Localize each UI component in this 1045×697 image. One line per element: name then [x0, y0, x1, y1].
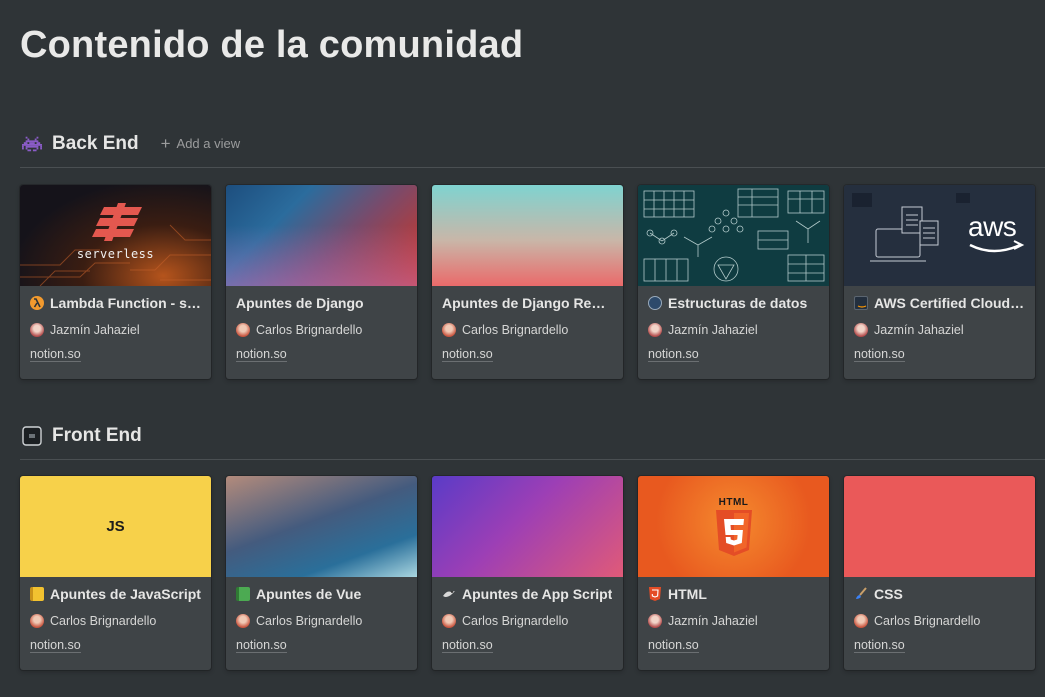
eagle-icon: [442, 587, 456, 601]
gallery-card[interactable]: Apuntes de Django Rest ... Carlos Brigna…: [432, 185, 623, 379]
paintbrush-icon: [854, 587, 868, 601]
avatar: [30, 323, 44, 337]
card-author: Carlos Brignardello: [854, 614, 1025, 628]
card-title: Estructuras de datos: [648, 295, 819, 311]
lambda-icon: [30, 296, 44, 310]
add-view-label: Add a view: [176, 136, 241, 151]
cover-text: JS: [106, 518, 125, 535]
green-book-icon: [236, 587, 250, 601]
card-cover-image: aws: [844, 185, 1035, 286]
html5-shield-icon: [715, 510, 752, 556]
card-link[interactable]: notion.so: [648, 347, 699, 362]
card-link[interactable]: notion.so: [854, 638, 905, 653]
card-link[interactable]: notion.so: [236, 347, 287, 362]
card-title: CSS: [854, 586, 1025, 602]
card-title: Apuntes de Django: [236, 295, 364, 311]
gallery-front-end: JS Apuntes de JavaScript Carlos Brignard…: [20, 476, 1035, 670]
card-cover-image: JS: [20, 476, 211, 577]
avatar: [236, 323, 250, 337]
card-cover-image: [226, 476, 417, 577]
yellow-notebook-icon: [30, 587, 44, 601]
card-author: Jazmín Jahaziel: [30, 323, 201, 337]
card-title: Apuntes de App Script: [442, 586, 613, 602]
avatar: [648, 323, 662, 337]
gallery-card[interactable]: CSS Carlos Brignardello notion.so: [844, 476, 1035, 670]
card-cover-image: [844, 476, 1035, 577]
cover-text: serverless: [76, 247, 155, 261]
gallery-card[interactable]: serverless Lambda Function - se... Jazmí…: [20, 185, 211, 379]
avatar: [854, 614, 868, 628]
card-link[interactable]: notion.so: [648, 638, 699, 653]
avatar: [648, 614, 662, 628]
card-title: Apuntes de Django Rest ...: [442, 295, 613, 311]
card-link[interactable]: notion.so: [854, 347, 905, 362]
card-author: Carlos Brignardello: [236, 614, 407, 628]
html5-icon: [648, 587, 662, 601]
gallery-card[interactable]: HTML HTML Jazmín Jahaziel notion.so: [638, 476, 829, 670]
frontend-icon: [20, 424, 44, 448]
gallery-card[interactable]: Estructuras de datos Jazmín Jahaziel not…: [638, 185, 829, 379]
card-cover-image: [638, 185, 829, 286]
gallery-card[interactable]: Apuntes de Vue Carlos Brignardello notio…: [226, 476, 417, 670]
card-author: Jazmín Jahaziel: [648, 323, 819, 337]
cover-text: HTML: [718, 497, 749, 508]
gallery-card[interactable]: Apuntes de App Script Carlos Brignardell…: [432, 476, 623, 670]
section-title[interactable]: Back End: [52, 133, 139, 155]
cover-text: aws: [968, 211, 1017, 242]
card-link[interactable]: notion.so: [30, 347, 81, 362]
add-view-button[interactable]: + Add a view: [161, 135, 241, 152]
avatar: [236, 614, 250, 628]
card-link[interactable]: notion.so: [442, 638, 493, 653]
card-author: Carlos Brignardello: [442, 323, 613, 337]
card-title: Apuntes de JavaScript: [30, 586, 201, 602]
section-header-front-end: Front End: [20, 416, 1045, 460]
card-author: Carlos Brignardello: [442, 614, 613, 628]
avatar: [854, 323, 868, 337]
card-title: AWS Certified Cloud ...: [854, 295, 1025, 311]
card-author: Carlos Brignardello: [30, 614, 201, 628]
card-cover-image: HTML: [638, 476, 829, 577]
aws-icon: [854, 296, 868, 310]
card-cover-image: [432, 476, 623, 577]
card-link[interactable]: notion.so: [442, 347, 493, 362]
section-header-back-end: Back End + Add a view: [20, 124, 1045, 168]
card-title: Lambda Function - se...: [30, 295, 201, 311]
card-cover-image: [226, 185, 417, 286]
plus-icon: +: [160, 134, 171, 153]
avatar: [442, 323, 456, 337]
gallery-card[interactable]: aws AWS Certified Cloud ... Jazmín Jahaz…: [844, 185, 1035, 379]
card-title: Apuntes de Vue: [236, 586, 407, 602]
section-title[interactable]: Front End: [52, 425, 142, 447]
card-title: HTML: [648, 586, 819, 602]
card-cover-image: serverless: [20, 185, 211, 286]
page-title: Contenido de la comunidad: [20, 24, 524, 66]
card-author: Jazmín Jahaziel: [648, 614, 819, 628]
space-invader-icon: [20, 132, 44, 156]
avatar: [442, 614, 456, 628]
gallery-card[interactable]: Apuntes de Django Carlos Brignardello no…: [226, 185, 417, 379]
gallery-back-end: serverless Lambda Function - se... Jazmí…: [20, 185, 1035, 379]
card-cover-image: [432, 185, 623, 286]
card-author: Jazmín Jahaziel: [854, 323, 1025, 337]
data-structure-icon: [648, 296, 662, 310]
gallery-card[interactable]: JS Apuntes de JavaScript Carlos Brignard…: [20, 476, 211, 670]
card-link[interactable]: notion.so: [30, 638, 81, 653]
card-link[interactable]: notion.so: [236, 638, 287, 653]
avatar: [30, 614, 44, 628]
card-author: Carlos Brignardello: [236, 323, 407, 337]
